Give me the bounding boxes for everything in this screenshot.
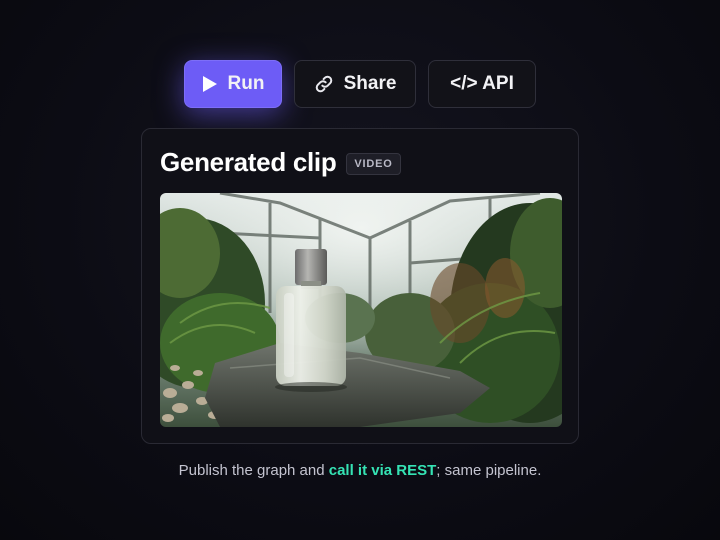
caption-suffix: ; same pipeline. bbox=[436, 462, 542, 479]
api-button[interactable]: </> API bbox=[428, 60, 536, 108]
media-type-badge: VIDEO bbox=[346, 152, 401, 175]
generated-clip-card: Generated clip VIDEO bbox=[141, 128, 579, 444]
run-button-label: Run bbox=[227, 73, 265, 94]
play-icon bbox=[202, 75, 218, 93]
video-preview[interactable] bbox=[160, 193, 562, 427]
api-button-label: </> API bbox=[450, 73, 514, 94]
share-button[interactable]: Share bbox=[294, 60, 416, 108]
toolbar: Run Share </> API bbox=[0, 60, 720, 108]
card-header: Generated clip VIDEO bbox=[160, 147, 401, 178]
rest-link[interactable]: call it via REST bbox=[329, 462, 437, 479]
link-icon bbox=[314, 74, 334, 94]
caption-prefix: Publish the graph and bbox=[178, 462, 329, 479]
share-button-label: Share bbox=[343, 73, 397, 94]
card-title: Generated clip bbox=[160, 147, 337, 177]
caption: Publish the graph and call it via REST; … bbox=[0, 462, 720, 479]
video-frame bbox=[160, 193, 562, 427]
run-button[interactable]: Run bbox=[184, 60, 282, 108]
